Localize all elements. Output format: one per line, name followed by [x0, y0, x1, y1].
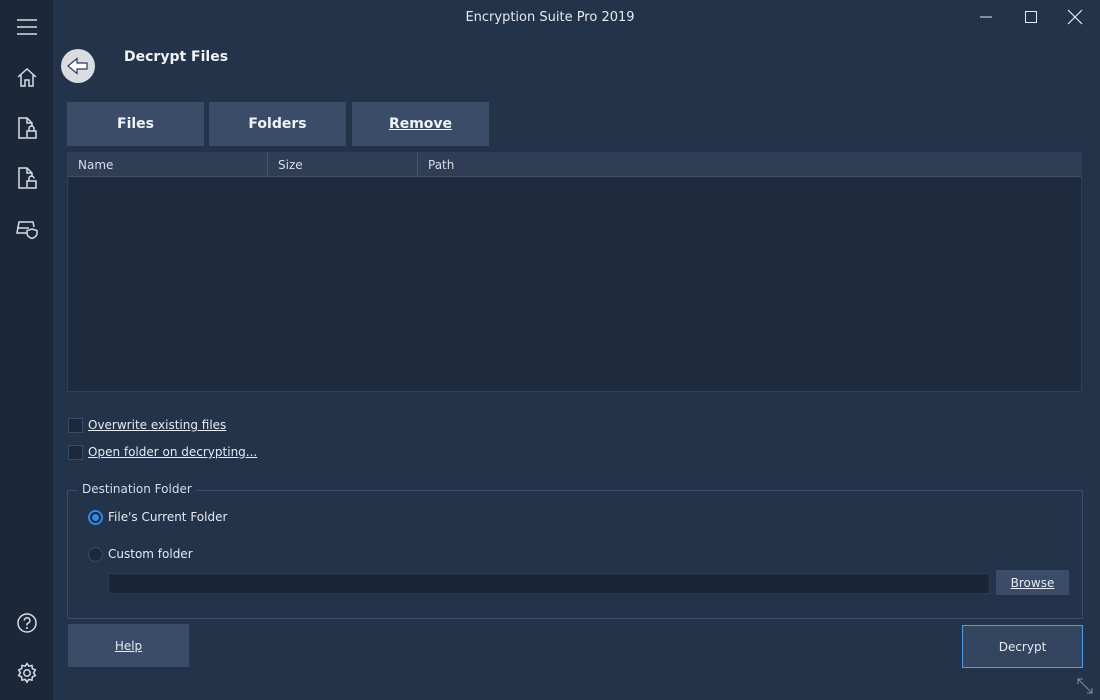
table-header: Name Size Path [68, 153, 1081, 177]
current-folder-radio-row[interactable]: File's Current Folder [88, 509, 227, 525]
page-title: Decrypt Files [124, 49, 229, 65]
file-lock-icon[interactable] [14, 115, 40, 141]
arrow-left-icon [67, 57, 88, 75]
column-header-name[interactable]: Name [68, 153, 268, 177]
custom-folder-radio-row[interactable]: Custom folder [88, 546, 193, 562]
current-folder-label: File's Current Folder [108, 510, 228, 524]
window-title: Encryption Suite Pro 2019 [465, 10, 635, 25]
browse-button[interactable]: Browse [996, 570, 1069, 595]
custom-folder-label: Custom folder [108, 547, 193, 561]
overwrite-checkbox[interactable] [68, 417, 83, 433]
maximize-button[interactable] [1016, 6, 1046, 28]
open-folder-checkbox-row[interactable]: Open folder on decrypting... [68, 444, 257, 460]
folders-button[interactable]: Folders [209, 102, 346, 146]
overwrite-checkbox-row[interactable]: Overwrite existing files [68, 417, 226, 433]
close-button[interactable] [1060, 6, 1090, 28]
minimize-button[interactable] [971, 6, 1001, 28]
custom-folder-radio[interactable] [88, 546, 103, 562]
gear-icon[interactable] [14, 660, 40, 686]
open-folder-checkbox[interactable] [68, 444, 83, 460]
custom-folder-path-input[interactable] [108, 573, 990, 594]
overwrite-label: Overwrite existing files [88, 418, 227, 432]
help-icon[interactable] [14, 610, 40, 636]
drive-shield-icon[interactable] [14, 216, 40, 242]
remove-button[interactable]: Remove [352, 102, 489, 146]
destination-folder-legend: Destination Folder [78, 482, 196, 496]
resize-grip-icon[interactable] [1076, 677, 1094, 695]
decrypt-button[interactable]: Decrypt [962, 625, 1083, 668]
column-header-size[interactable]: Size [268, 153, 418, 177]
current-folder-radio[interactable] [88, 509, 103, 525]
help-button[interactable]: Help [68, 624, 189, 667]
home-icon[interactable] [14, 64, 40, 90]
open-folder-label: Open folder on decrypting... [88, 445, 258, 459]
sidebar [0, 0, 53, 700]
file-table[interactable]: Name Size Path [67, 152, 1082, 392]
column-header-path[interactable]: Path [418, 153, 1081, 177]
files-button[interactable]: Files [67, 102, 204, 146]
file-unlock-icon[interactable] [14, 165, 40, 191]
back-button[interactable] [61, 49, 95, 83]
